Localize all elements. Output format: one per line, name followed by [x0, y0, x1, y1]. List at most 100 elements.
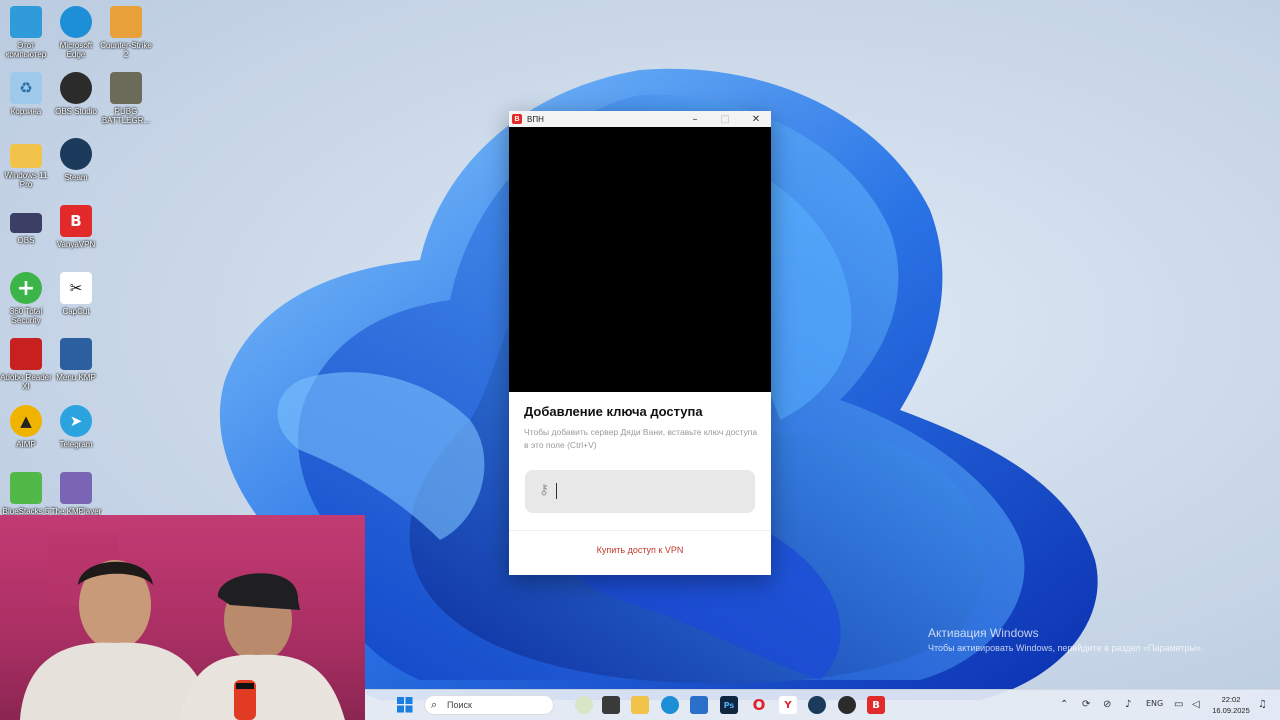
desktop-icon-label: Counter-Strike 2 — [100, 41, 152, 59]
desktop-icon-label: AIMP — [16, 440, 36, 449]
kmplayer-icon — [60, 472, 92, 504]
desktop-icon-edge[interactable]: Microsoft Edge — [50, 6, 102, 59]
desktop-icon-obs[interactable]: OBS — [0, 205, 52, 245]
desktop-icon-menu-kmp[interactable]: Menu KMP — [50, 338, 102, 382]
divider — [509, 530, 771, 531]
desktop-icon-capcut[interactable]: ✂ CapCut — [50, 272, 102, 316]
maximize-button[interactable]: □ — [710, 111, 740, 127]
folder-icon — [10, 144, 42, 168]
tray-sync-icon[interactable]: ⟳ — [1082, 699, 1090, 710]
cs2-icon — [110, 6, 142, 38]
panel-heading: Добавление ключа доступа — [524, 404, 703, 419]
buy-vpn-link[interactable]: Купить доступ к VPN — [509, 545, 771, 555]
aimp-icon: ▲ — [10, 405, 42, 437]
vanyavpn-taskbar-icon[interactable]: B — [867, 696, 885, 714]
search-label: Поиск — [447, 700, 472, 710]
desktop-icon-recycle-bin[interactable]: ♻ Корзина — [0, 72, 52, 116]
adobe-reader-icon — [10, 338, 42, 370]
desktop-icon-label: CapCut — [62, 307, 90, 316]
recycle-bin-icon: ♻ — [10, 72, 42, 104]
pubg-icon — [110, 72, 142, 104]
vanyavpn-app-icon: B — [512, 114, 522, 124]
desktop-icon-label: Корзина — [10, 107, 42, 116]
text-caret — [556, 483, 557, 499]
notifications-icon[interactable]: ♫ — [1258, 699, 1267, 710]
steam-taskbar-icon[interactable] — [808, 696, 826, 714]
desktop-icon-adobe-reader[interactable]: Adobe Reader XI — [0, 338, 52, 391]
watermark-subtitle: Чтобы активировать Windows, перейдите в … — [928, 643, 1204, 653]
desktop: Этот компьютер Microsoft Edge Counter-St… — [0, 0, 1280, 720]
obs-icon — [60, 72, 92, 104]
panel-description: Чтобы добавить сервер Дяди Вани, вставьт… — [524, 427, 758, 450]
edge-icon — [60, 6, 92, 38]
start-button[interactable] — [396, 696, 414, 714]
close-button[interactable]: ✕ — [741, 111, 771, 127]
taskbar: ⌕ Поиск Ps O Y B ⌃ ⟳ ⊘ ♪ ENG ▭ ◁ 22:02 1… — [365, 689, 1280, 720]
obs-taskbar-icon[interactable] — [838, 696, 856, 714]
desktop-icon-label: Menu KMP — [56, 373, 96, 382]
desktop-icon-windows-folder[interactable]: Windows 11 Pro — [0, 138, 52, 189]
activation-watermark: Активация Windows Чтобы активировать Win… — [928, 626, 1204, 653]
photoshop-icon[interactable]: Ps — [720, 696, 738, 714]
yandex-icon[interactable]: Y — [779, 696, 797, 714]
key-icon: ⚷ — [539, 482, 550, 498]
store-icon[interactable] — [690, 696, 708, 714]
bluestacks-icon — [10, 472, 42, 504]
desktop-icon-aimp[interactable]: ▲ AIMP — [0, 405, 52, 449]
file-explorer-icon[interactable] — [631, 696, 649, 714]
network-icon[interactable]: ▭ — [1174, 699, 1183, 710]
video-area — [509, 127, 771, 392]
tray-overflow-icon[interactable]: ⌃ — [1060, 699, 1068, 710]
vanyavpn-icon: B — [60, 205, 92, 237]
clock[interactable]: 22:02 16.09.2025 — [1211, 694, 1251, 716]
microphone-icon[interactable]: ♪ — [1125, 699, 1131, 710]
desktop-icon-label: 360 Total Security — [9, 307, 43, 325]
telegram-icon: ➤ — [60, 405, 92, 437]
minimize-button[interactable]: – — [680, 111, 710, 127]
360-security-icon: + — [10, 272, 42, 304]
desktop-icon-label: Microsoft Edge — [59, 41, 93, 59]
desktop-icon-telegram[interactable]: ➤ Telegram — [50, 405, 102, 449]
desktop-icon-obs-studio[interactable]: OBS Studio — [50, 72, 102, 116]
desktop-icon-steam[interactable]: Steam — [50, 138, 102, 182]
obs-shortcut-icon — [10, 213, 42, 233]
search-icon: ⌕ — [431, 698, 438, 711]
access-key-input[interactable]: ⚷ — [525, 470, 755, 513]
desktop-icon-this-pc[interactable]: Этот компьютер — [0, 6, 52, 59]
desktop-icon-360-security[interactable]: + 360 Total Security — [0, 272, 52, 325]
window-titlebar[interactable]: B ВПН – □ ✕ — [509, 111, 771, 127]
clock-date: 16.09.2025 — [1212, 706, 1250, 715]
desktop-icon-label: Telegram — [59, 440, 93, 449]
volume-icon[interactable]: ◁ — [1192, 699, 1200, 710]
computer-icon — [10, 6, 42, 38]
watermark-title: Активация Windows — [928, 626, 1039, 640]
desktop-icon-label: Windows 11 Pro — [4, 171, 48, 189]
task-view-icon[interactable] — [602, 696, 620, 714]
desktop-icon-label: Adobe Reader XI — [0, 373, 52, 391]
kmp-menu-icon — [60, 338, 92, 370]
desktop-icon-label: OBS — [17, 236, 35, 245]
vpn-app-window: B ВПН – □ ✕ Добавление ключа доступа Что… — [509, 111, 771, 575]
taskbar-search[interactable]: ⌕ Поиск — [424, 695, 554, 715]
desktop-icon-cs2[interactable]: Counter-Strike 2 — [100, 6, 152, 59]
desktop-icon-pubg[interactable]: PUBG BATTLEGR... — [100, 72, 152, 125]
capcut-icon: ✂ — [60, 272, 92, 304]
clock-time: 22:02 — [1221, 695, 1241, 704]
tray-vpn-icon[interactable]: ⊘ — [1103, 699, 1111, 710]
language-indicator[interactable]: ENG — [1146, 699, 1163, 708]
desktop-icon-label: Этот компьютер — [5, 41, 47, 59]
desktop-icon-vanyavpn[interactable]: B VanyaVPN — [50, 205, 102, 249]
steam-icon — [60, 138, 92, 170]
desktop-icon-label: PUBG BATTLEGR... — [101, 107, 151, 125]
desktop-icon-label: Steam — [64, 173, 88, 182]
webcam-feed — [20, 535, 345, 720]
opera-icon[interactable]: O — [750, 696, 768, 714]
window-title: ВПН — [527, 114, 544, 124]
desktop-icon-label: OBS Studio — [55, 107, 97, 116]
widgets-icon[interactable] — [575, 696, 593, 714]
desktop-icon-kmplayer[interactable]: The KMPlayer — [50, 472, 102, 516]
desktop-icon-bluestacks[interactable]: BlueStacks 5 — [0, 472, 52, 516]
add-key-panel: Добавление ключа доступа Чтобы добавить … — [509, 392, 771, 575]
edge-taskbar-icon[interactable] — [661, 696, 679, 714]
windows-logo-icon — [397, 697, 413, 713]
